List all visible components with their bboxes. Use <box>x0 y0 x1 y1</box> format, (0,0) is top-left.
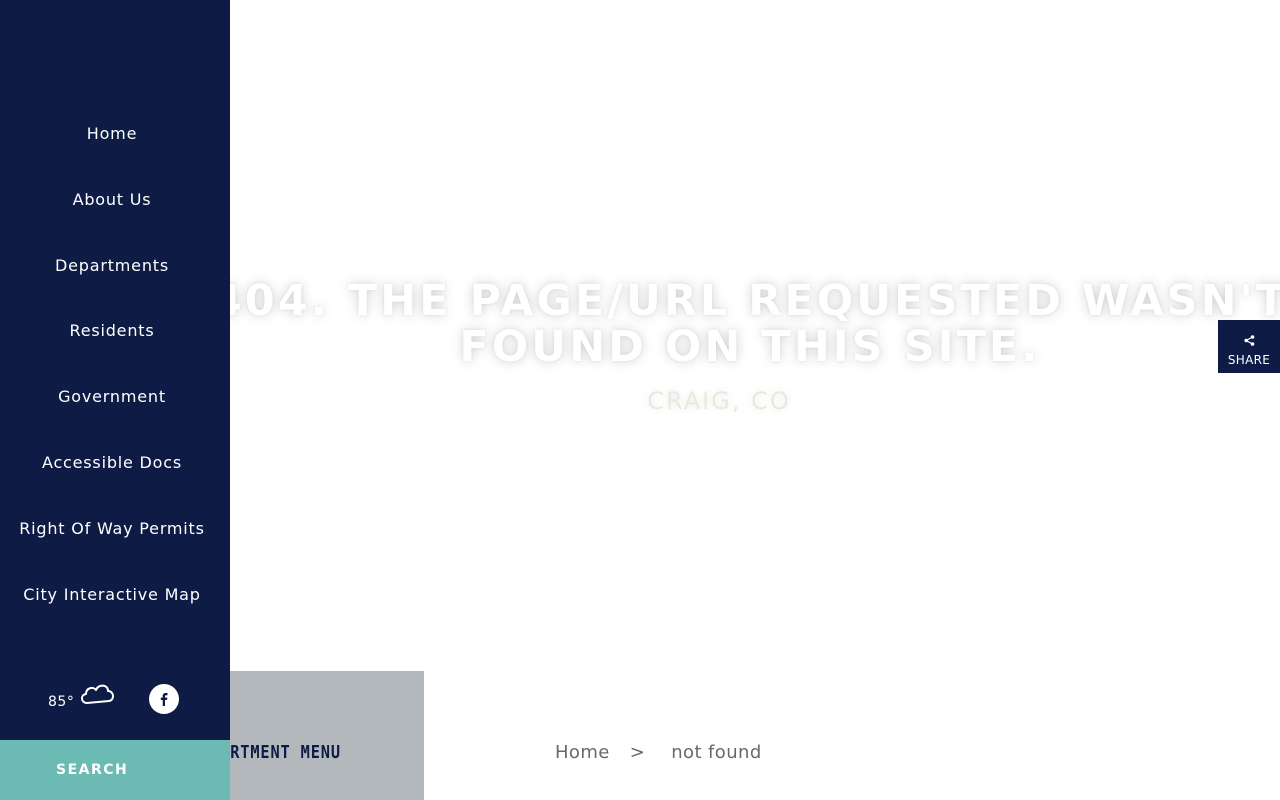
breadcrumb: Home > not found <box>555 742 762 763</box>
hero-banner: 404. THE PAGE/URL REQUESTED WASN'T FOUND… <box>230 0 1280 671</box>
page-title: 404. THE PAGE/URL REQUESTED WASN'T FOUND… <box>230 278 1280 370</box>
nav-item-residents[interactable]: Residents <box>0 298 230 364</box>
breadcrumb-separator: > <box>629 742 646 763</box>
page-subtitle: CRAIG, CO <box>647 387 791 415</box>
nav-item-accessible-docs[interactable]: Accessible Docs <box>0 430 230 496</box>
nav-item-departments[interactable]: Departments <box>0 233 230 299</box>
main-nav: Home About Us Departments Residents Gove… <box>0 101 230 627</box>
department-menu-label: DEPARTMENT MENU <box>230 742 341 763</box>
nav-item-right-of-way-permits[interactable]: Right Of Way Permits <box>0 496 230 562</box>
page-title-line-1: 404. THE PAGE/URL REQUESTED WASN'T <box>230 276 1280 326</box>
share-button[interactable]: SHARE <box>1218 320 1280 373</box>
facebook-icon[interactable] <box>149 684 179 714</box>
breadcrumb-current: not found <box>671 742 762 763</box>
weather-widget: 85° <box>48 680 116 720</box>
page-title-line-2: FOUND ON THIS SITE. <box>459 322 1041 372</box>
department-menu-button[interactable]: DEPARTMENT MENU <box>230 671 424 800</box>
share-icon <box>1218 331 1280 350</box>
nav-item-about-us[interactable]: About Us <box>0 167 230 233</box>
nav-item-government[interactable]: Government <box>0 364 230 430</box>
nav-item-home[interactable]: Home <box>0 101 230 167</box>
search-button[interactable]: SEARCH <box>0 740 230 800</box>
sidebar: Home About Us Departments Residents Gove… <box>0 0 230 800</box>
nav-item-city-interactive-map[interactable]: City Interactive Map <box>0 562 230 628</box>
weather-temperature: 85° <box>48 694 75 710</box>
breadcrumb-home-link[interactable]: Home <box>555 742 610 763</box>
share-label: SHARE <box>1227 353 1271 367</box>
cloud-icon <box>78 680 116 710</box>
